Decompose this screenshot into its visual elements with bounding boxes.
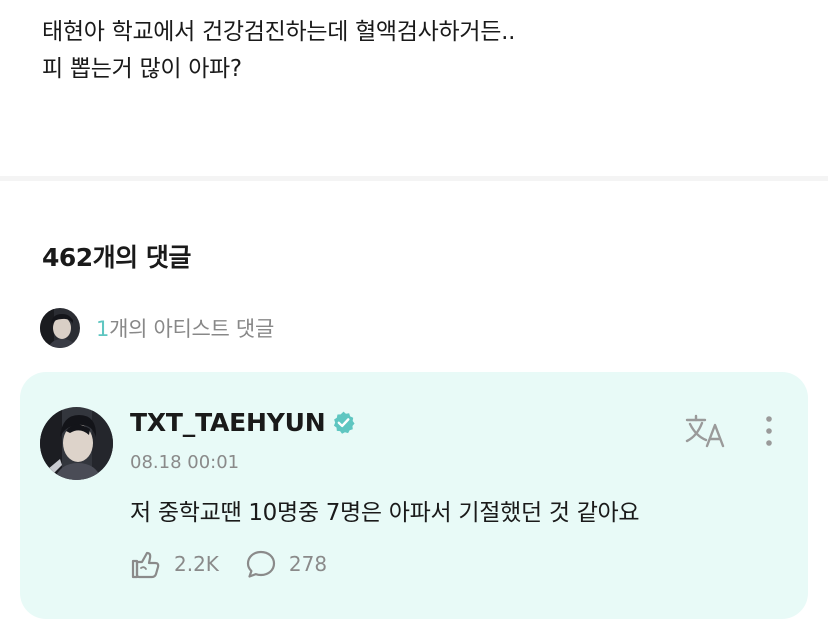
comment-count-heading: 462개의 댓글: [42, 243, 191, 272]
artist-comments-link[interactable]: 1개의 아티스트 댓글: [40, 307, 274, 349]
comment-text: 저 중학교땐 10명중 7명은 아파서 기절했던 것 같아요: [130, 500, 640, 526]
reply-bubble-icon: [246, 550, 276, 578]
artist-comment-text: 개의 아티스트 댓글: [109, 317, 274, 341]
more-vertical-icon[interactable]: [762, 414, 776, 448]
artist-comment-count: 1: [96, 317, 110, 341]
like-icon: [131, 551, 160, 579]
artist-comment-card: TXT_TAEHYUN 08.18 00:01 저 중학교땐 10명중 7명은 …: [20, 372, 808, 619]
artist-avatar-small: [40, 308, 80, 348]
verified-badge-icon: [331, 410, 356, 435]
comment-actions: 2.2K 278: [130, 548, 353, 580]
reply-button[interactable]: 278: [245, 548, 327, 580]
like-count: 2.2K: [174, 552, 219, 576]
translate-icon[interactable]: [684, 414, 726, 448]
post-line-1: 태현아 학교에서 건강검진하는데 혈액검사하거든..: [42, 19, 516, 45]
section-divider: [0, 176, 828, 181]
post-line-2: 피 뽑는거 많이 아파?: [42, 56, 242, 82]
avatar[interactable]: [40, 407, 113, 480]
post-content: 태현아 학교에서 건강검진하는데 혈액검사하거든.. 피 뽑는거 많이 아파?: [42, 14, 802, 88]
like-button[interactable]: 2.2K: [130, 548, 219, 580]
reply-count: 278: [288, 552, 328, 576]
username-link[interactable]: TXT_TAEHYUN: [130, 408, 356, 437]
comment-timestamp: 08.18 00:01: [130, 452, 240, 473]
username: TXT_TAEHYUN: [130, 408, 326, 437]
artist-comments-label: 1개의 아티스트 댓글: [96, 313, 274, 343]
